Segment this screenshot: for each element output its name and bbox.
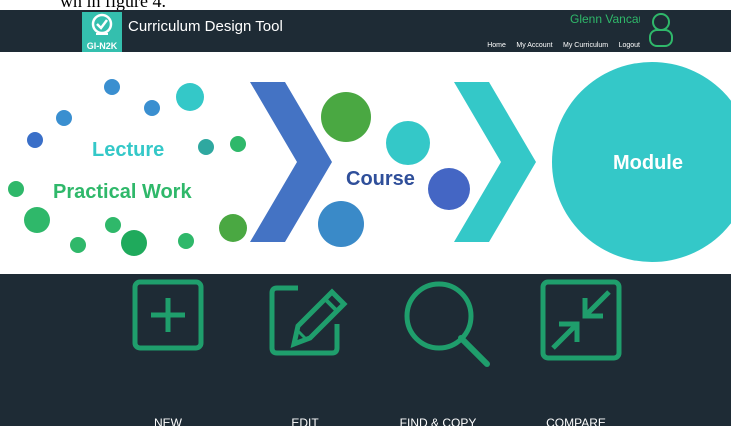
user-name[interactable]: Glenn Vancauwenberghe bbox=[570, 12, 640, 26]
chevron-arrow-teal bbox=[454, 82, 536, 242]
app-logo[interactable]: GI-N2K bbox=[82, 12, 122, 52]
nav-logout-link[interactable]: Logout bbox=[619, 42, 640, 49]
logo-text: GI-N2K bbox=[86, 41, 118, 51]
hero-label-lecture: Lecture bbox=[92, 139, 164, 161]
nav-my-account-link[interactable]: My Account bbox=[516, 42, 552, 49]
new-button[interactable]: NEW bbox=[113, 278, 223, 430]
edit-button[interactable]: EDIT bbox=[250, 278, 360, 430]
pencil-edit-icon bbox=[269, 285, 348, 356]
user-avatar-icon[interactable] bbox=[648, 12, 674, 53]
action-toolbar: NEW EDIT FIND & COPY COMPARE bbox=[0, 274, 731, 430]
compress-arrows-icon bbox=[540, 279, 622, 361]
top-nav: Home My Account My Curriculum Logout bbox=[470, 34, 640, 52]
compare-button[interactable]: COMPARE bbox=[521, 278, 631, 430]
app-title: Curriculum Design Tool bbox=[128, 18, 283, 35]
search-icon bbox=[404, 281, 490, 367]
checkmark-badge-icon bbox=[91, 13, 113, 35]
find-copy-button-label: FIND & COPY bbox=[399, 416, 477, 430]
hero-label-module: Module bbox=[613, 152, 683, 174]
new-button-label: NEW bbox=[154, 416, 182, 430]
nav-home-link[interactable]: Home bbox=[487, 42, 506, 49]
hero-label-practical-work: Practical Work bbox=[53, 181, 192, 203]
hero-banner: Lecture Practical Work Course Module bbox=[0, 52, 731, 274]
edit-button-label: EDIT bbox=[291, 416, 319, 430]
nav-my-curriculum-link[interactable]: My Curriculum bbox=[563, 42, 608, 49]
plus-icon bbox=[132, 279, 204, 351]
compare-button-label: COMPARE bbox=[546, 416, 606, 430]
hero-label-course: Course bbox=[346, 168, 415, 190]
find-copy-button[interactable]: FIND & COPY bbox=[383, 278, 493, 430]
